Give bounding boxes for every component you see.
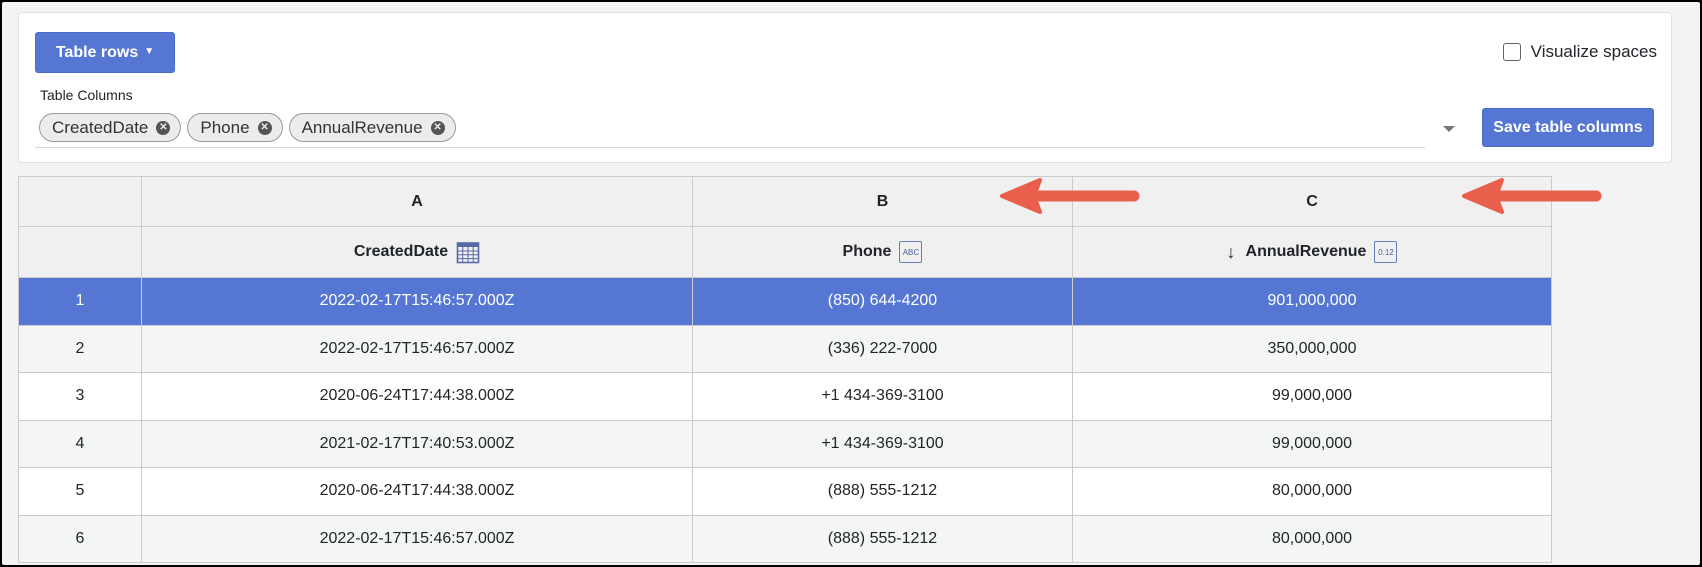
column-tag-label: CreatedDate <box>52 117 149 137</box>
dropdown-arrow-icon[interactable] <box>1443 126 1455 132</box>
column-tag-label: Phone <box>200 117 250 137</box>
row-number: 1 <box>18 277 142 326</box>
grid-corner-cell <box>18 226 142 278</box>
cell-phone[interactable]: (888) 555-1212 <box>692 467 1073 516</box>
table-row[interactable]: 4 2021-02-17T17:40:53.000Z +1 434-369-31… <box>18 419 1552 468</box>
table-rows-dropdown-button[interactable]: Table rows ▼ <box>35 32 175 73</box>
field-name: Phone <box>842 243 892 260</box>
table-rows-label: Table rows <box>55 43 139 61</box>
row-number: 6 <box>18 514 142 563</box>
table-row[interactable]: 3 2020-06-24T17:44:38.000Z +1 434-369-31… <box>18 372 1552 421</box>
table-row[interactable]: 6 2022-02-17T15:46:57.000Z (888) 555-121… <box>18 514 1552 563</box>
row-number: 2 <box>18 324 142 373</box>
table-row[interactable]: 1 2022-02-17T15:46:57.000Z (850) 644-420… <box>18 277 1552 326</box>
cell-createddate[interactable]: 2022-02-17T15:46:57.000Z <box>141 514 693 563</box>
column-letter-a[interactable]: A <box>141 176 693 227</box>
column-tag-annualrevenue: AnnualRevenue ✕ <box>288 113 456 142</box>
cell-phone[interactable]: (888) 555-1212 <box>692 514 1073 563</box>
number-type-icon: 0.12 <box>1374 241 1398 263</box>
cell-annualrevenue[interactable]: 80,000,000 <box>1072 467 1552 516</box>
data-grid: A B C CreatedDate Phone ABC ↓ AnnualReve… <box>18 176 1552 563</box>
cell-annualrevenue[interactable]: 99,000,000 <box>1072 372 1552 421</box>
field-header-annualrevenue[interactable]: ↓ AnnualRevenue 0.12 <box>1072 226 1552 278</box>
app-window: Table rows ▼ Visualize spaces Table Colu… <box>2 2 1700 565</box>
annotation-arrow-icon <box>1462 178 1602 214</box>
cell-createddate[interactable]: 2022-02-17T15:46:57.000Z <box>141 324 693 373</box>
cell-phone[interactable]: (850) 644-4200 <box>692 277 1073 326</box>
cell-annualrevenue[interactable]: 80,000,000 <box>1072 514 1552 563</box>
grid-corner-cell <box>18 176 142 227</box>
text-type-icon: ABC <box>899 241 923 263</box>
cell-phone[interactable]: (336) 222-7000 <box>692 324 1073 373</box>
remove-tag-icon[interactable]: ✕ <box>257 120 272 135</box>
cell-annualrevenue[interactable]: 99,000,000 <box>1072 419 1552 468</box>
remove-tag-icon[interactable]: ✕ <box>156 120 171 135</box>
visualize-spaces-label: Visualize spaces <box>1530 42 1657 61</box>
cell-annualrevenue[interactable]: 350,000,000 <box>1072 324 1552 373</box>
field-header-createddate[interactable]: CreatedDate <box>141 226 693 278</box>
caret-down-icon: ▼ <box>144 46 155 57</box>
cell-annualrevenue[interactable]: 901,000,000 <box>1072 277 1552 326</box>
annotation-arrow-icon <box>1000 178 1140 214</box>
sort-descending-icon[interactable]: ↓ <box>1227 242 1236 263</box>
save-table-columns-button[interactable]: Save table columns <box>1482 108 1654 147</box>
remove-tag-icon[interactable]: ✕ <box>430 120 445 135</box>
column-tag-label: AnnualRevenue <box>301 117 423 137</box>
row-number: 4 <box>18 419 142 468</box>
column-tag-phone: Phone ✕ <box>187 113 283 142</box>
cell-createddate[interactable]: 2022-02-17T15:46:57.000Z <box>141 277 693 326</box>
visualize-spaces-toggle[interactable]: Visualize spaces <box>1502 42 1657 62</box>
table-row[interactable]: 2 2022-02-17T15:46:57.000Z (336) 222-700… <box>18 324 1552 373</box>
table-columns-select[interactable]: CreatedDate ✕ Phone ✕ AnnualRevenue ✕ <box>35 108 1425 148</box>
table-row[interactable]: 5 2020-06-24T17:44:38.000Z (888) 555-121… <box>18 467 1552 516</box>
calendar-icon <box>456 240 480 264</box>
column-tag-createddate: CreatedDate ✕ <box>39 113 182 142</box>
row-number: 5 <box>18 467 142 516</box>
cell-phone[interactable]: +1 434-369-3100 <box>692 372 1073 421</box>
table-settings-panel: Table rows ▼ Visualize spaces Table Colu… <box>18 12 1672 163</box>
cell-createddate[interactable]: 2020-06-24T17:44:38.000Z <box>141 372 693 421</box>
field-header-phone[interactable]: Phone ABC <box>692 226 1073 278</box>
table-columns-label: Table Columns <box>40 87 133 103</box>
cell-createddate[interactable]: 2021-02-17T17:40:53.000Z <box>141 419 693 468</box>
field-name: AnnualRevenue <box>1245 243 1367 260</box>
cell-createddate[interactable]: 2020-06-24T17:44:38.000Z <box>141 467 693 516</box>
row-number: 3 <box>18 372 142 421</box>
field-name: CreatedDate <box>353 243 449 260</box>
cell-phone[interactable]: +1 434-369-3100 <box>692 419 1073 468</box>
visualize-spaces-checkbox[interactable] <box>1502 43 1521 61</box>
